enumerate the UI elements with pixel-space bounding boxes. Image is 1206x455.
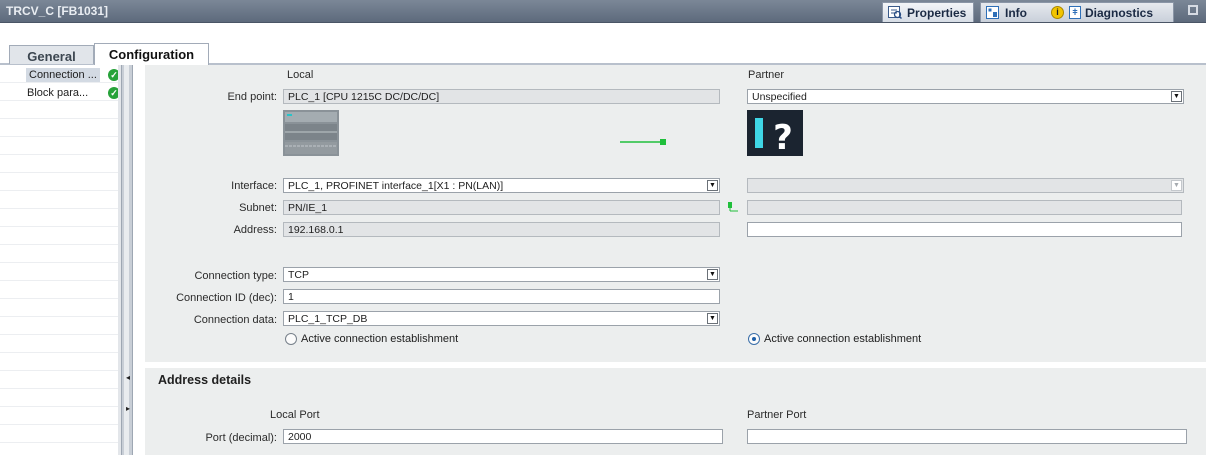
local-address-field: 192.168.0.1 xyxy=(283,222,720,237)
address-label: Address: xyxy=(233,224,277,236)
local-active-radio[interactable] xyxy=(285,333,297,345)
window-title: TRCV_C [FB1031] xyxy=(6,4,109,18)
panel-gutter xyxy=(133,65,145,455)
info-icon xyxy=(986,6,999,19)
chevron-down-icon[interactable]: ▼ xyxy=(707,313,718,324)
connection-type-select[interactable]: TCP ▼ xyxy=(283,267,720,282)
partner-active-label: Active connection establishment xyxy=(764,333,922,345)
nav-item-block-parameters[interactable]: Block para... ✓ xyxy=(27,85,129,102)
partner-header: Partner xyxy=(748,69,785,81)
connection-id-input[interactable]: 1 xyxy=(283,289,720,304)
tab-properties[interactable]: Properties xyxy=(882,2,974,22)
subnet-connection-icon xyxy=(728,202,738,212)
nav-item-connection-parameters[interactable]: Connection ... ✓ xyxy=(26,67,129,84)
local-port-input[interactable]: 2000 xyxy=(283,429,723,444)
partner-active-radio[interactable] xyxy=(748,333,760,345)
local-active-label: Active connection establishment xyxy=(301,333,459,345)
subnet-label: Subnet: xyxy=(239,202,277,214)
tab-configuration[interactable]: Configuration xyxy=(94,43,209,66)
panel-splitter-highlight xyxy=(124,65,129,455)
tab-general[interactable]: General xyxy=(9,45,94,64)
connection-type-value: TCP xyxy=(288,269,309,281)
properties-icon xyxy=(888,6,902,19)
expand-right-icon[interactable]: ▸ xyxy=(126,405,131,413)
window-restore-icon[interactable] xyxy=(1188,5,1198,15)
partner-question-glyph: ? xyxy=(773,118,793,156)
connection-data-select[interactable]: PLC_1_TCP_DB ▼ xyxy=(283,311,720,326)
connection-data-value: PLC_1_TCP_DB xyxy=(288,313,368,325)
unspecified-partner-icon: ? xyxy=(747,110,803,158)
chevron-down-icon: ▼ xyxy=(1171,180,1182,191)
nav-item-label: Connection ... xyxy=(26,68,100,82)
partner-end-point-select[interactable]: Unspecified ▼ xyxy=(747,89,1184,104)
partner-port-input[interactable] xyxy=(747,429,1187,444)
warning-info-icon: i xyxy=(1051,6,1064,19)
port-label: Port (decimal): xyxy=(205,432,277,444)
tab-diagnostics-label: Diagnostics xyxy=(1085,6,1154,20)
local-end-point-field: PLC_1 [CPU 1215C DC/DC/DC] xyxy=(283,89,720,104)
chevron-down-icon[interactable]: ▼ xyxy=(707,269,718,280)
partner-port-header: Partner Port xyxy=(747,409,807,421)
tab-properties-label: Properties xyxy=(907,6,967,20)
connection-type-label: Connection type: xyxy=(194,270,277,282)
tab-info-label: Info xyxy=(1005,6,1027,20)
local-header: Local xyxy=(287,69,314,81)
partner-address-input[interactable] xyxy=(747,222,1182,237)
chevron-down-icon[interactable]: ▼ xyxy=(1171,91,1182,102)
tab-info[interactable]: Info i ǂ Diagnostics xyxy=(980,2,1174,22)
nav-item-label: Block para... xyxy=(27,87,89,99)
partner-interface-select: ▼ xyxy=(747,178,1184,193)
partner-end-point-value: Unspecified xyxy=(752,91,807,103)
interface-label: Interface: xyxy=(231,180,277,192)
local-interface-value: PLC_1, PROFINET interface_1[X1 : PN(LAN)… xyxy=(288,180,504,192)
connection-id-label: Connection ID (dec): xyxy=(176,292,277,304)
local-port-header: Local Port xyxy=(270,409,320,421)
connection-data-label: Connection data: xyxy=(193,314,277,326)
partner-subnet-field xyxy=(747,200,1182,215)
plc-device-icon xyxy=(283,110,339,156)
connection-link-icon xyxy=(620,137,668,145)
local-interface-select[interactable]: PLC_1, PROFINET interface_1[X1 : PN(LAN)… xyxy=(283,178,720,193)
local-subnet-field: PN/IE_1 xyxy=(283,200,720,215)
end-point-label: End point: xyxy=(227,91,277,103)
chevron-down-icon[interactable]: ▼ xyxy=(707,180,718,191)
diagnostics-icon: ǂ xyxy=(1069,6,1081,19)
collapse-left-icon[interactable]: ◂ xyxy=(126,374,131,382)
config-navigation xyxy=(0,65,118,455)
address-details-title: Address details xyxy=(158,373,252,387)
